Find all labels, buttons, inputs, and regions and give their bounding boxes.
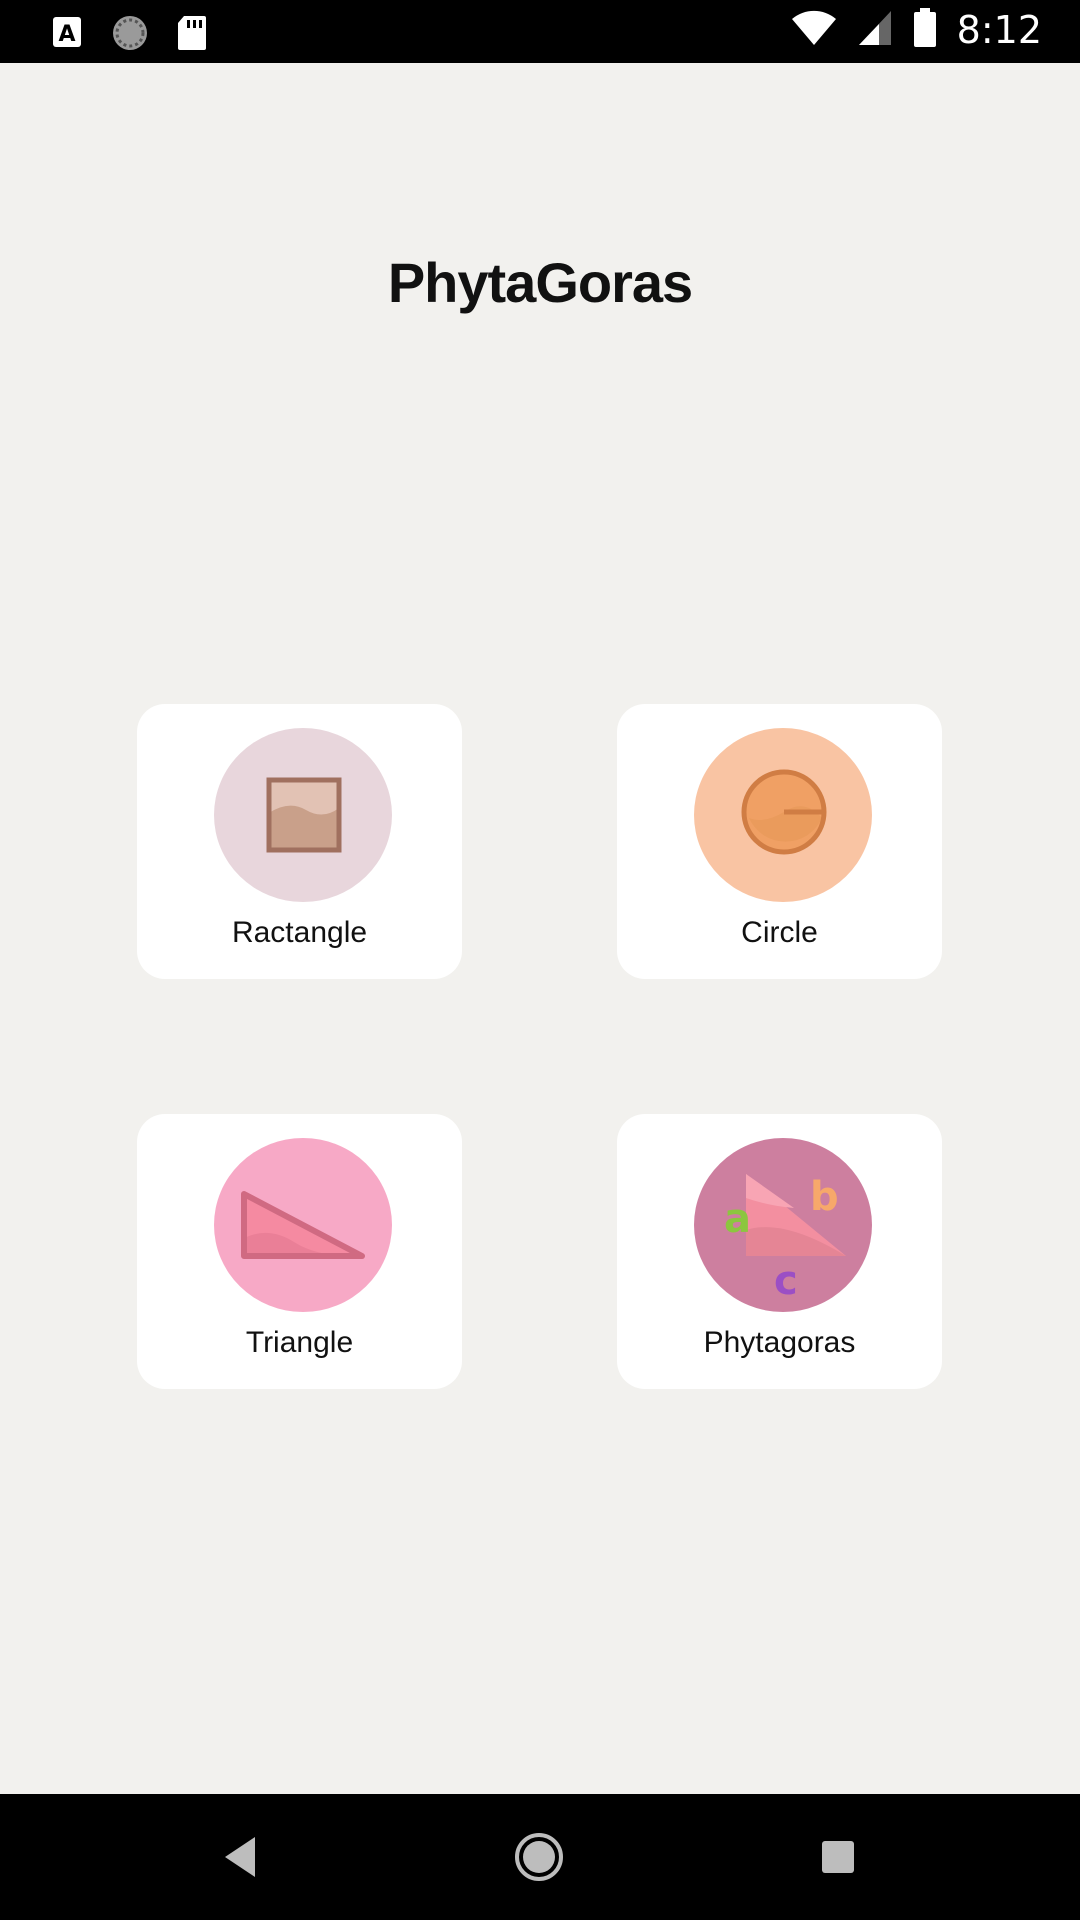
back-icon: [225, 1837, 255, 1877]
pythagoras-card[interactable]: a b c Phytagoras: [617, 1114, 942, 1389]
card-label: Phytagoras: [703, 1326, 856, 1359]
sd-card-icon: [176, 14, 208, 56]
status-time: 8:12: [956, 8, 1042, 52]
svg-text:A: A: [58, 22, 75, 47]
circle-icon: [741, 769, 827, 855]
navigation-bar: [0, 1794, 1080, 1920]
sync-icon: [110, 13, 150, 57]
pythagoras-icon: a b c: [724, 1174, 846, 1304]
card-label: Triangle: [245, 1326, 354, 1359]
rectangle-icon: [266, 777, 342, 853]
page-title: PhytaGoras: [387, 251, 693, 314]
rectangle-card[interactable]: Ractangle: [137, 704, 462, 979]
triangle-icon: [241, 1191, 365, 1259]
circle-card[interactable]: Circle: [617, 704, 942, 979]
card-label: Ractangle: [231, 916, 368, 949]
triangle-card[interactable]: Triangle: [137, 1114, 462, 1389]
wifi-icon: [791, 9, 837, 51]
svg-text:c: c: [774, 1258, 798, 1304]
back-button[interactable]: [205, 1822, 275, 1892]
card-label: Circle: [741, 916, 818, 949]
home-icon: [515, 1833, 563, 1881]
rectangle-icon-circle: [214, 728, 392, 902]
home-button[interactable]: [504, 1822, 574, 1892]
battery-icon: [913, 8, 937, 52]
signal-icon: [857, 9, 893, 51]
recents-icon: [822, 1841, 854, 1873]
svg-text:b: b: [810, 1174, 839, 1220]
recents-button[interactable]: [803, 1822, 873, 1892]
status-bar: A 8:12: [0, 0, 1080, 63]
triangle-icon-circle: [214, 1138, 392, 1312]
text-a-icon: A: [52, 15, 84, 55]
pythagoras-icon-circle: a b c: [694, 1138, 872, 1312]
circle-icon-circle: [694, 728, 872, 902]
svg-text:a: a: [724, 1196, 751, 1242]
